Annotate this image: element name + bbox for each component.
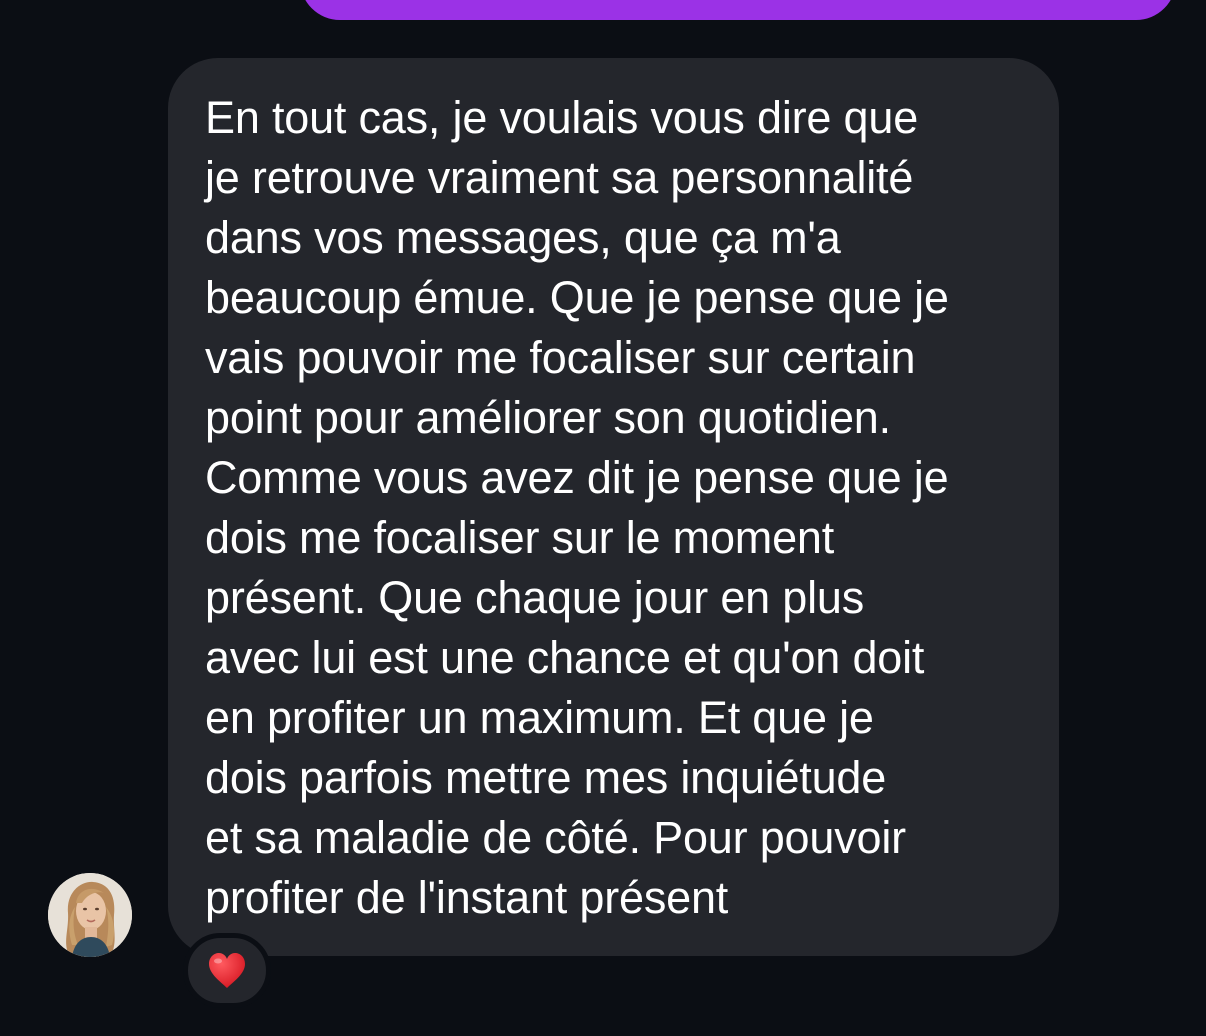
sender-avatar[interactable] — [48, 873, 132, 957]
chat-screen: En tout cas, je voulais vous dire que je… — [0, 0, 1206, 1036]
received-message-text: En tout cas, je voulais vous dire que je… — [205, 92, 949, 923]
red-heart-icon — [209, 952, 245, 988]
received-message-bubble[interactable]: En tout cas, je voulais vous dire que je… — [168, 58, 1059, 956]
profile-photo-icon — [48, 873, 132, 957]
reaction-badge[interactable] — [183, 933, 271, 1008]
sent-message-bubble[interactable] — [300, 0, 1176, 20]
